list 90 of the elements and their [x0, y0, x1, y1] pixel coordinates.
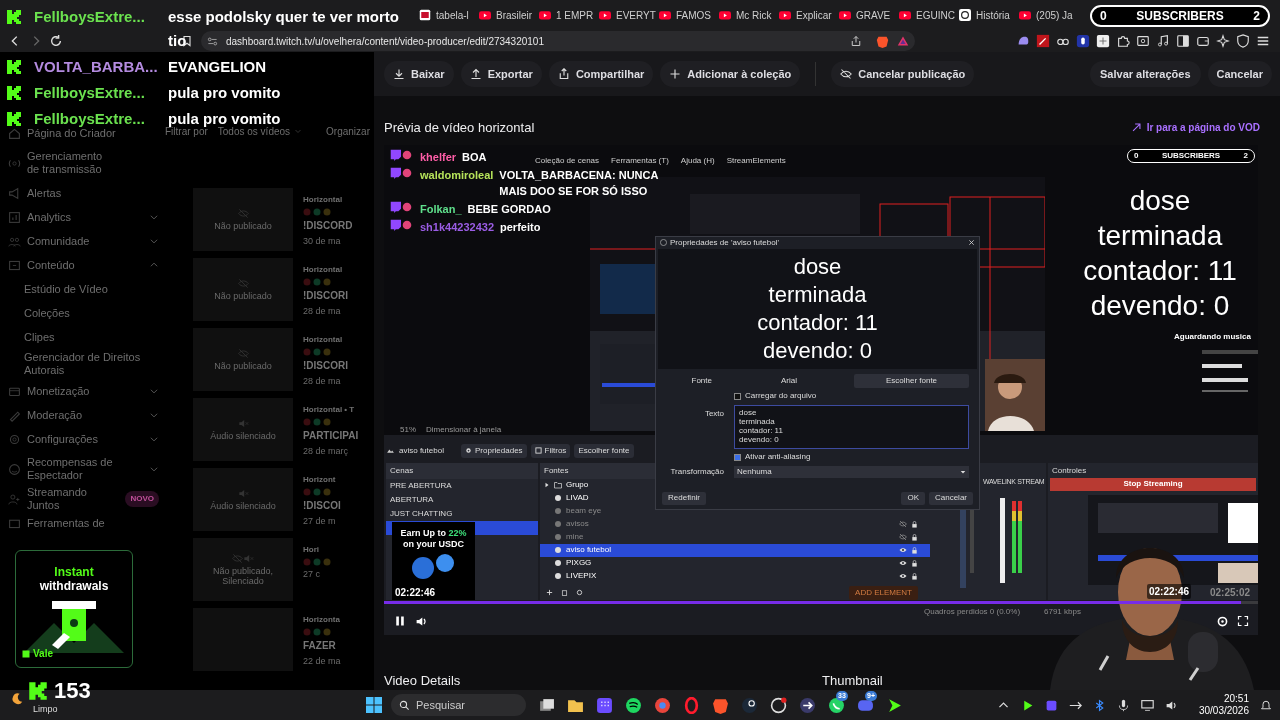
- text-line: contador: 11: [739, 425, 784, 435]
- follower-count: 153: [54, 679, 91, 703]
- status-label: Não publicado: [213, 361, 273, 371]
- overlay-text: contador: 11: [1083, 253, 1237, 288]
- counter-label: SUBSCRIBERS: [1161, 149, 1221, 162]
- overlay-text: devendo: 0: [1090, 288, 1230, 323]
- counter-label: SUBSCRIBERS: [1136, 8, 1224, 25]
- clock-date: 30/03/2026: [1198, 705, 1249, 717]
- chat-message: esse podolsky quer te ver morto: [168, 7, 399, 27]
- chat-username: waldomiroleal: [420, 167, 494, 183]
- chat-username: VOLTA_BARBA...: [34, 57, 156, 77]
- text-line: terminada: [739, 416, 776, 426]
- overlay-text: terminada: [1097, 218, 1223, 253]
- chat-message: perfeito: [500, 219, 541, 235]
- video-date: 28 de març: [303, 445, 350, 458]
- timestamp: 02:22:46: [395, 585, 436, 600]
- status-label: Não publicado: [213, 221, 273, 231]
- chat-message: EVANGELION: [168, 57, 267, 77]
- ad-text: Earn Up to 22% on your USDC: [399, 527, 468, 550]
- format-label: Horizontal: [303, 334, 344, 346]
- brand-name: Vale: [33, 647, 54, 661]
- source-name: aviso futebol: [399, 444, 445, 457]
- source-label: avisos: [566, 519, 589, 530]
- chat-username: Folkan_: [420, 201, 462, 217]
- counter-value: 2: [1243, 149, 1248, 162]
- format-label: Horizontal: [303, 264, 344, 276]
- dialog-title: Propriedades de 'aviso futebol': [670, 236, 779, 249]
- source-label: PIXGG: [566, 558, 592, 569]
- preview-text: contador: 11: [757, 308, 878, 337]
- chat-message: VOLTA_BARBACENA: NUNCA MAIS DOO SE FOR SÓ ISSO: [499, 167, 660, 199]
- checkbox-label: Ativar anti-aliasing: [745, 451, 811, 464]
- status-label: Áudio silenciado: [209, 501, 277, 511]
- zoom-level: 51%: [400, 423, 416, 436]
- preview-text: terminada: [768, 280, 867, 309]
- counter-value: 0: [1134, 149, 1139, 162]
- duration: 02:25:02: [1210, 585, 1251, 600]
- field-label: Texto: [703, 407, 724, 420]
- panel-title: Cenas: [386, 462, 538, 479]
- overlay-text: dose: [1129, 183, 1191, 218]
- field-label: Transformação: [669, 466, 724, 479]
- chat-username: FellboysExtre...: [34, 109, 146, 129]
- preview-text: devendo: 0: [763, 336, 872, 365]
- bitrate-text: 6791 kbps: [1044, 605, 1081, 618]
- source-label: beam eye: [566, 506, 602, 517]
- section-title: Thumbnail: [822, 671, 883, 690]
- source-label: aviso futebol: [566, 545, 611, 556]
- status-label: Não publicado, Silenciado: [211, 566, 274, 586]
- panel-title: Controles: [1052, 464, 1087, 477]
- format-label: Horizonta: [303, 614, 341, 626]
- preview-text: dose: [793, 252, 842, 281]
- video-date: 28 de ma: [303, 305, 342, 318]
- chat-username: FellboysExtre...: [34, 7, 146, 27]
- source-label: mine: [566, 532, 584, 543]
- checkbox-label: Carregar do arquivo: [745, 390, 817, 403]
- chat-username: FellboysExtre...: [34, 83, 146, 103]
- text-line: dose: [739, 407, 758, 417]
- video-date: 30 de ma: [303, 235, 342, 248]
- video-date: 27 de m: [303, 515, 337, 528]
- section-title: Prévia de vídeo horizontal: [384, 119, 535, 138]
- format-label: Hori: [303, 544, 320, 556]
- counter-value: 0: [1100, 8, 1107, 25]
- source-label: Grupo: [566, 480, 589, 491]
- section-title: Video Details: [384, 671, 462, 690]
- new-badge: NOVO: [125, 491, 159, 507]
- video-date: 28 de ma: [303, 375, 342, 388]
- music-status: Aguardando musica: [1174, 330, 1251, 343]
- chat-username: khelfer: [420, 149, 457, 165]
- format-label: Horizontal • T: [303, 404, 356, 416]
- chat-username: sh1k44232432: [420, 219, 494, 235]
- chat-message: BOA: [462, 149, 487, 165]
- counter-value: 2: [1253, 8, 1260, 25]
- clock-time: 20:51: [1223, 693, 1249, 705]
- video-date: 22 de ma: [303, 655, 342, 668]
- field-label: Fonte: [690, 374, 713, 387]
- status-label: Não publicado: [213, 291, 273, 301]
- format-label: Horizontal: [303, 194, 344, 206]
- ad-subtitle: withdrawals: [39, 579, 109, 593]
- status-label: Áudio silenciado: [209, 431, 277, 441]
- source-label: LIVEPIX: [566, 571, 597, 582]
- chat-message: tio: [168, 31, 187, 51]
- chat-message: BEBE GORDAO: [467, 201, 551, 217]
- ad-title: Instant: [54, 565, 94, 579]
- status-text: Quadros perdidos 0 (0.0%): [924, 605, 1021, 618]
- chat-message: pula pro vomito: [168, 83, 281, 103]
- text-line: devendo: 0: [739, 434, 780, 444]
- format-label: Horizont: [303, 474, 337, 486]
- font-value: Arial: [780, 374, 798, 387]
- video-date: 27 c: [303, 568, 321, 581]
- source-label: LIVAD: [566, 493, 589, 504]
- weather-label: Limpo: [33, 703, 58, 716]
